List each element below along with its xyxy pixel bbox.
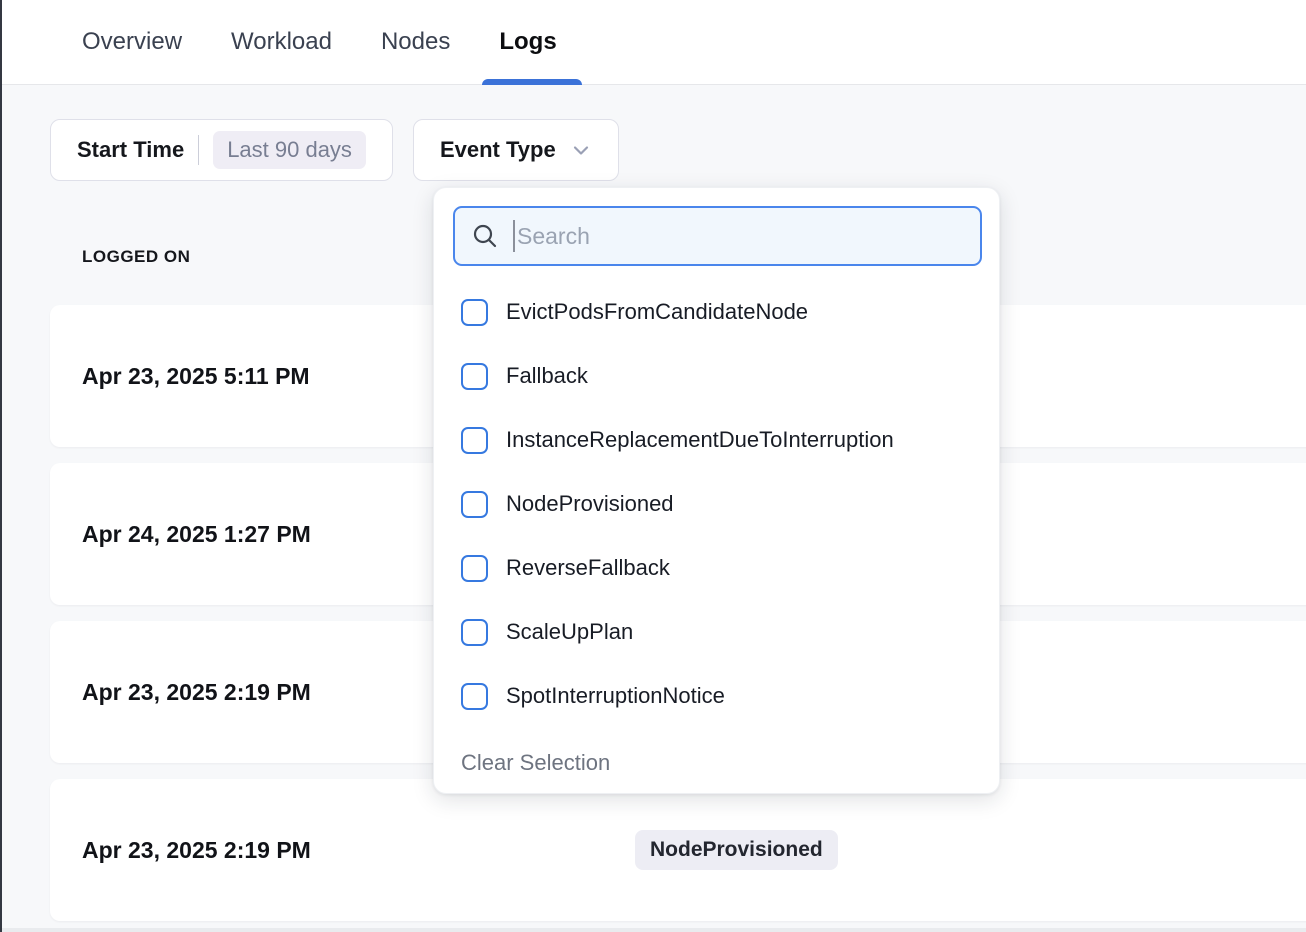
table-row[interactable]: Apr 23, 2025 2:19 PM NodeProvisioned — [50, 779, 1306, 921]
window-left-edge — [0, 0, 2, 932]
checkbox[interactable] — [461, 619, 488, 646]
bottom-divider — [0, 928, 1306, 932]
option-fallback[interactable]: Fallback — [434, 344, 999, 408]
checkbox[interactable] — [461, 299, 488, 326]
event-type-badge: NodeProvisioned — [635, 830, 838, 870]
option-nodeprovisioned[interactable]: NodeProvisioned — [434, 472, 999, 536]
checkbox[interactable] — [461, 427, 488, 454]
checkbox[interactable] — [461, 683, 488, 710]
search-icon — [471, 222, 499, 250]
event-type-options: EvictPodsFromCandidateNode Fallback Inst… — [434, 280, 999, 728]
tab-bar: Overview Workload Nodes Logs — [0, 0, 1306, 85]
option-label: InstanceReplacementDueToInterruption — [506, 427, 894, 453]
active-tab-indicator — [482, 79, 582, 85]
option-label: Fallback — [506, 363, 588, 389]
column-header-logged-on: LOGGED ON — [82, 247, 190, 267]
filter-divider — [198, 135, 199, 165]
start-time-value: Last 90 days — [213, 131, 366, 169]
option-label: NodeProvisioned — [506, 491, 674, 517]
search-input[interactable] — [517, 223, 947, 250]
tab-nodes[interactable]: Nodes — [381, 24, 450, 60]
checkbox[interactable] — [461, 363, 488, 390]
text-cursor — [513, 220, 515, 252]
checkbox[interactable] — [461, 491, 488, 518]
event-type-dropdown: EvictPodsFromCandidateNode Fallback Inst… — [433, 187, 1000, 794]
logged-on-cell: Apr 23, 2025 2:19 PM — [82, 679, 311, 706]
start-time-filter[interactable]: Start Time Last 90 days — [50, 119, 393, 181]
event-type-filter[interactable]: Event Type — [413, 119, 619, 181]
tab-nav: Overview Workload Nodes Logs — [0, 0, 1306, 84]
dropdown-search[interactable] — [453, 206, 982, 266]
logged-on-cell: Apr 23, 2025 2:19 PM — [82, 837, 311, 864]
checkbox[interactable] — [461, 555, 488, 582]
tab-logs-label: Logs — [499, 28, 556, 55]
start-time-label: Start Time — [77, 137, 184, 163]
tab-logs[interactable]: Logs — [499, 24, 556, 60]
logged-on-cell: Apr 23, 2025 5:11 PM — [82, 363, 310, 390]
clear-selection-button[interactable]: Clear Selection — [461, 750, 610, 776]
filter-bar: Start Time Last 90 days Event Type — [50, 119, 619, 181]
tab-workload[interactable]: Workload — [231, 24, 332, 60]
option-spotinterruptionnotice[interactable]: SpotInterruptionNotice — [434, 664, 999, 728]
option-label: ScaleUpPlan — [506, 619, 633, 645]
logged-on-cell: Apr 24, 2025 1:27 PM — [82, 521, 311, 548]
option-scaleupplan[interactable]: ScaleUpPlan — [434, 600, 999, 664]
event-type-label: Event Type — [440, 137, 556, 163]
option-evictpodsfromcandidatenode[interactable]: EvictPodsFromCandidateNode — [434, 280, 999, 344]
option-reversefallback[interactable]: ReverseFallback — [434, 536, 999, 600]
chevron-down-icon — [570, 139, 592, 161]
option-instancereplacementduetointerruption[interactable]: InstanceReplacementDueToInterruption — [434, 408, 999, 472]
option-label: ReverseFallback — [506, 555, 670, 581]
option-label: SpotInterruptionNotice — [506, 683, 725, 709]
option-label: EvictPodsFromCandidateNode — [506, 299, 808, 325]
tab-overview[interactable]: Overview — [82, 24, 182, 60]
